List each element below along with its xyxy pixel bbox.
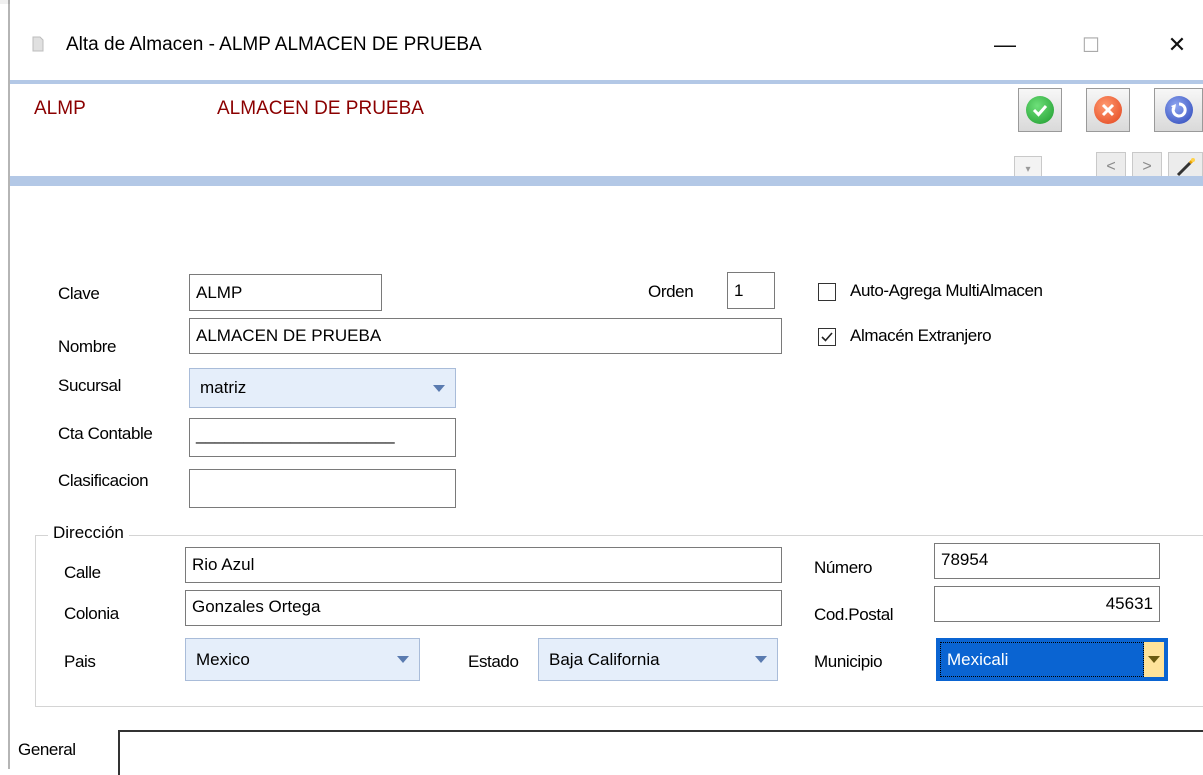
- calle-label: Calle: [64, 563, 101, 582]
- header-name: ALMACEN DE PRUEBA: [217, 98, 424, 119]
- tab-content-panel: [118, 730, 1203, 775]
- cp-input[interactable]: [934, 586, 1160, 622]
- municipio-dropdown-toggle[interactable]: [1144, 642, 1164, 677]
- accept-button[interactable]: [1018, 88, 1062, 132]
- auto-agrega-checkbox[interactable]: [818, 283, 836, 301]
- clave-label: Clave: [58, 284, 100, 303]
- magic-wand-icon: [1176, 158, 1195, 177]
- sucursal-label: Sucursal: [58, 376, 121, 395]
- sucursal-value: matriz: [200, 378, 247, 397]
- minimize-button[interactable]: —: [982, 28, 1028, 62]
- chevron-down-icon: [1148, 656, 1160, 663]
- check-circle-icon: [1026, 96, 1054, 124]
- undo-button[interactable]: [1154, 88, 1203, 132]
- checkmark-icon: [821, 332, 833, 342]
- pais-select[interactable]: Mexico: [185, 638, 420, 681]
- direccion-title: Dirección: [48, 523, 129, 543]
- pais-value: Mexico: [196, 649, 250, 669]
- document-icon: [32, 36, 44, 52]
- header-code: ALMP: [34, 98, 86, 119]
- orden-input[interactable]: [727, 272, 775, 309]
- municipio-select[interactable]: Mexicali: [936, 638, 1168, 681]
- clasificacion-label: Clasificacion: [58, 471, 149, 490]
- cp-label: Cod.Postal: [814, 605, 894, 624]
- cancel-button[interactable]: [1086, 88, 1130, 132]
- municipio-value: Mexicali: [940, 642, 1144, 677]
- estado-select[interactable]: Baja California: [538, 638, 778, 681]
- cta-contable-label: Cta Contable: [58, 424, 153, 443]
- tab-general[interactable]: General: [18, 740, 76, 760]
- chevron-down-icon: [755, 656, 767, 663]
- clave-input[interactable]: [189, 274, 382, 311]
- orden-label: Orden: [648, 282, 694, 301]
- colonia-label: Colonia: [64, 604, 119, 623]
- sucursal-select[interactable]: matriz: [189, 368, 456, 408]
- nombre-input[interactable]: [189, 318, 782, 354]
- extranjero-label: Almacén Extranjero: [850, 326, 992, 345]
- chevron-down-icon: ▾: [1025, 163, 1031, 175]
- calle-input[interactable]: [185, 547, 782, 583]
- undo-icon: [1164, 96, 1193, 124]
- pais-label: Pais: [64, 652, 96, 671]
- cta-contable-input[interactable]: _____________________: [189, 418, 456, 457]
- colonia-input[interactable]: [185, 590, 782, 626]
- chevron-down-icon: [397, 656, 409, 663]
- x-circle-icon: [1094, 96, 1122, 124]
- maximize-button[interactable]: ☐: [1068, 28, 1114, 62]
- extranjero-checkbox[interactable]: [818, 328, 836, 346]
- numero-input[interactable]: [934, 543, 1160, 579]
- estado-label: Estado: [468, 652, 519, 671]
- clasificacion-input[interactable]: [189, 469, 456, 508]
- estado-value: Baja California: [549, 649, 660, 669]
- municipio-label: Municipio: [814, 652, 883, 671]
- chevron-down-icon: [433, 384, 445, 392]
- numero-label: Número: [814, 558, 873, 577]
- header-separator: [10, 176, 1203, 186]
- window-title: Alta de Almacen - ALMP ALMACEN DE PRUEBA: [66, 34, 482, 55]
- auto-agrega-label: Auto-Agrega MultiAlmacen: [850, 281, 1043, 300]
- close-button[interactable]: ✕: [1154, 28, 1200, 62]
- nombre-label: Nombre: [58, 337, 117, 356]
